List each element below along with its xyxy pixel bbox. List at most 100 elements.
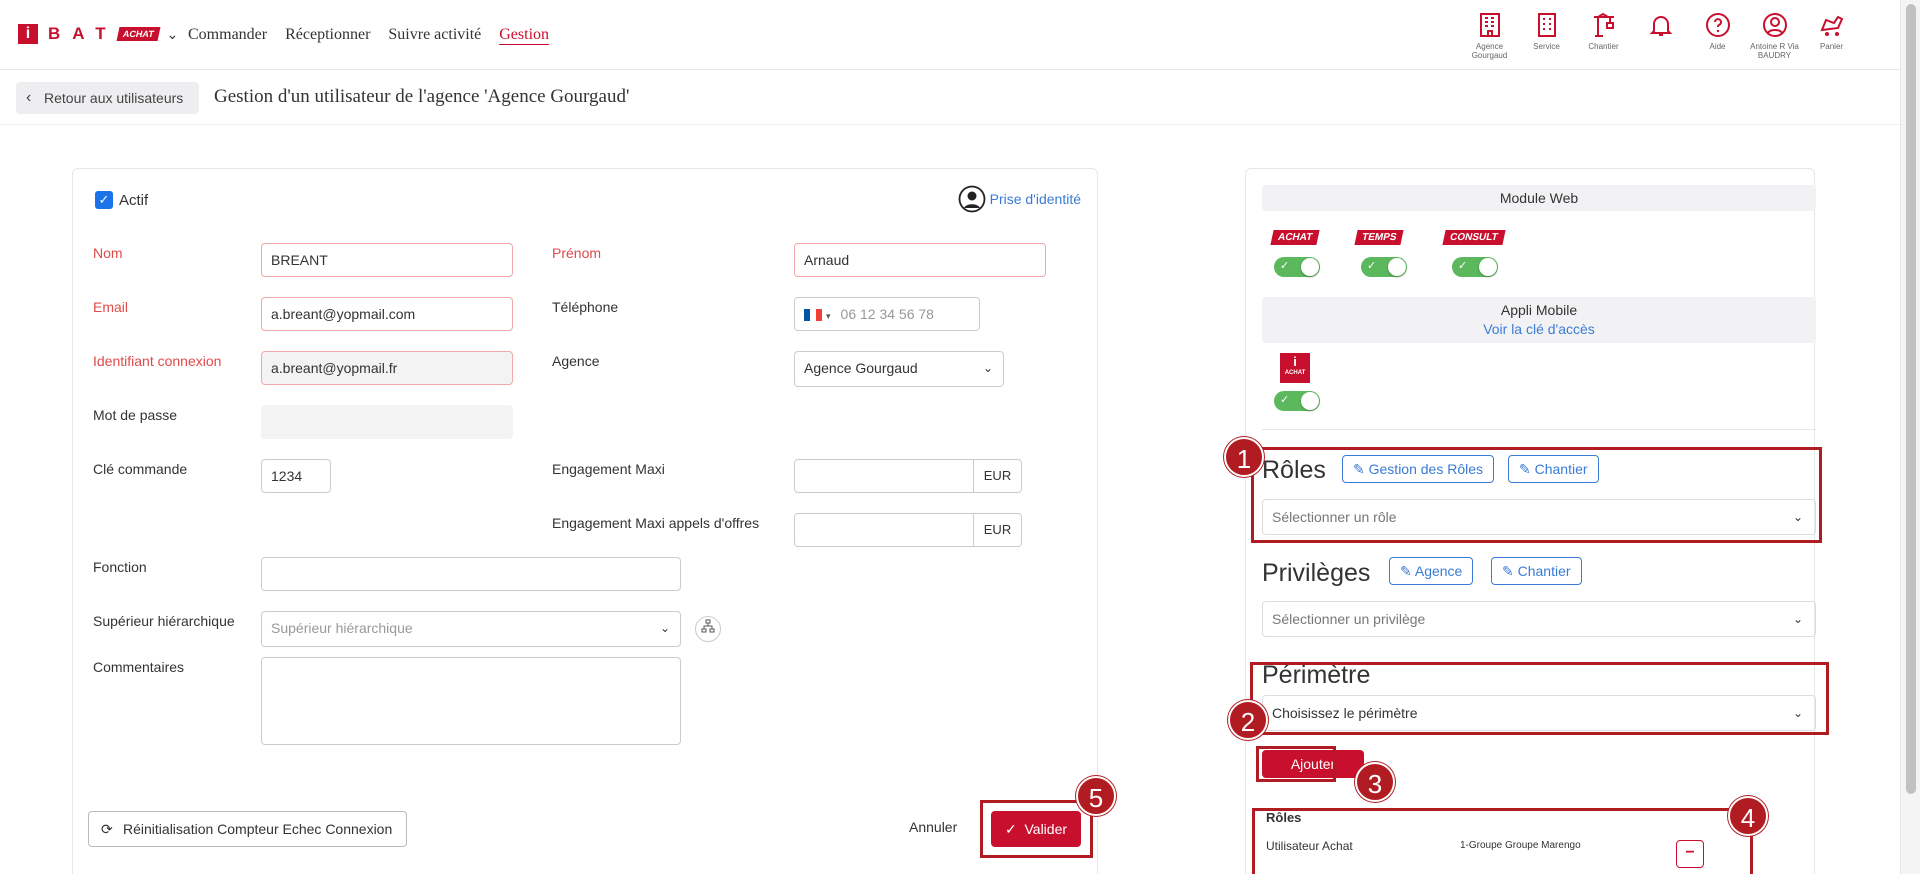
chevron-down-icon: ⌄	[659, 621, 670, 635]
annotation-number-2: 2	[1228, 700, 1268, 740]
mot-de-passe-input[interactable]	[261, 405, 513, 439]
appli-mobile-title: Appli Mobile	[1500, 302, 1578, 318]
logo-i: i	[18, 24, 38, 44]
prenom-label: Prénom	[552, 245, 602, 261]
nav-commander[interactable]: Commander	[188, 26, 267, 45]
prenom-input[interactable]: Arnaud	[794, 243, 1046, 277]
crane-icon	[1593, 12, 1614, 37]
toggle-mobile-achat[interactable]: ✓	[1274, 391, 1320, 411]
toggle-temps[interactable]: ✓	[1361, 257, 1407, 277]
telephone-input[interactable]: ▾ 06 12 34 56 78	[794, 297, 980, 331]
annotation-box-3	[1256, 746, 1336, 782]
back-to-users-button[interactable]: ‹ Retour aux utilisateurs	[16, 82, 200, 114]
top-icon-agence[interactable]: Agence Gourgaud	[1461, 10, 1518, 60]
engagement-ao-input[interactable]	[794, 513, 974, 547]
superieur-placeholder: Supérieur hiérarchique	[271, 620, 413, 636]
annotation-number-4: 4	[1728, 796, 1768, 836]
france-flag-icon[interactable]	[804, 309, 822, 322]
top-icons: Agence Gourgaud Service Chantier Aide An…	[1461, 10, 1860, 60]
telephone-label: Téléphone	[552, 299, 619, 315]
refresh-icon: ⟳	[101, 821, 113, 837]
nav-receptionner[interactable]: Réceptionner	[285, 26, 370, 45]
engagement-currency: EUR	[974, 459, 1022, 493]
bell-icon	[1649, 16, 1672, 36]
superieur-label: Supérieur hiérarchique	[93, 613, 235, 629]
top-icon-label: Chantier	[1588, 42, 1619, 51]
reset-counter-button[interactable]: ⟳ Réinitialisation Compteur Echec Connex…	[88, 811, 408, 847]
org-chart-button[interactable]	[695, 616, 721, 642]
cle-commande-label: Clé commande	[93, 461, 188, 477]
org-chart-icon	[701, 619, 715, 633]
agence-select[interactable]: Agence Gourgaud ⌄	[794, 351, 1004, 387]
toggle-achat[interactable]: ✓	[1274, 257, 1320, 277]
user-circle-icon	[958, 185, 986, 213]
fonction-input[interactable]	[261, 557, 681, 591]
cart-icon	[1819, 15, 1843, 36]
pencil-icon: ✎	[1502, 563, 1514, 579]
agence-label: Agence	[552, 353, 600, 369]
privilege-select-placeholder: Sélectionner un privilège	[1272, 611, 1426, 627]
identifiant-input[interactable]: a.breant@yopmail.fr	[261, 351, 513, 385]
nav-gestion[interactable]: Gestion	[499, 26, 550, 45]
privileges-title: Privilèges	[1262, 559, 1371, 587]
nom-label: Nom	[93, 245, 123, 261]
engagement-ao-label: Engagement Maxi appels d'offres	[552, 515, 760, 531]
top-icon-chantier[interactable]: Chantier	[1575, 10, 1632, 60]
privileges-agence-button[interactable]: ✎ Agence	[1389, 557, 1474, 585]
cle-commande-input[interactable]: 1234	[261, 459, 331, 493]
scrollbar-thumb[interactable]	[1906, 4, 1916, 794]
mobile-app-logo: i ACHAT	[1280, 353, 1310, 383]
annotation-number-5: 5	[1076, 776, 1116, 816]
engagement-input[interactable]	[794, 459, 974, 493]
top-icon-user[interactable]: Antoine R Via BAUDRY	[1746, 10, 1803, 60]
annotation-box-2	[1250, 662, 1829, 735]
prise-identite-link[interactable]: Prise d'identité	[958, 185, 1081, 213]
annotation-number-3: 3	[1355, 762, 1395, 802]
privileges-chantier-button[interactable]: ✎ Chantier	[1491, 557, 1582, 585]
reset-counter-label: Réinitialisation Compteur Echec Connexio…	[123, 821, 393, 837]
mot-de-passe-label: Mot de passe	[93, 407, 178, 423]
top-icon-aide[interactable]: Aide	[1689, 10, 1746, 60]
nav-suivre-activite[interactable]: Suivre activité	[388, 26, 481, 45]
top-icon-notifications[interactable]	[1632, 10, 1689, 60]
pencil-icon: ✎	[1400, 563, 1412, 579]
page-scrollbar[interactable]	[1900, 0, 1920, 874]
top-icon-label: Panier	[1819, 42, 1844, 51]
privileges-agence-label: Agence	[1414, 563, 1463, 579]
section-divider	[1262, 429, 1816, 430]
chevron-down-icon[interactable]: ⌄	[167, 26, 179, 43]
user-icon	[1762, 13, 1787, 37]
main-nav: Commander Réceptionner Suivre activité G…	[188, 26, 550, 45]
annotation-box-4	[1252, 808, 1753, 874]
privileges-chantier-label: Chantier	[1517, 563, 1571, 579]
annotation-box-5	[980, 800, 1093, 858]
privilege-select[interactable]: Sélectionner un privilège ⌄	[1262, 601, 1816, 637]
actif-label: Actif	[119, 192, 149, 209]
email-input[interactable]: a.breant@yopmail.com	[261, 297, 513, 331]
app-logo[interactable]: i BAT ACHAT ⌄	[18, 24, 178, 44]
top-icon-label: Aide	[1709, 42, 1726, 51]
user-form-card: ✓ Actif Prise d'identité Nom BREANT Prén…	[72, 168, 1098, 874]
mobile-app-i: i	[1293, 354, 1297, 369]
top-icon-panier[interactable]: Panier	[1803, 10, 1860, 60]
commentaires-textarea[interactable]	[261, 657, 681, 745]
fonction-label: Fonction	[93, 559, 147, 575]
toggle-consult[interactable]: ✓	[1452, 257, 1498, 277]
top-icon-label: Antoine R Via BAUDRY	[1750, 42, 1799, 60]
chevron-left-icon: ‹	[26, 89, 32, 106]
engagement-label: Engagement Maxi	[552, 461, 665, 477]
top-icon-label: Service	[1533, 42, 1560, 51]
annotation-number-1: 1	[1224, 437, 1264, 477]
actif-checkbox[interactable]: ✓	[95, 191, 113, 209]
cancel-button[interactable]: Annuler	[909, 819, 957, 835]
top-icon-service[interactable]: Service	[1518, 10, 1575, 60]
chevron-down-icon: ⌄	[1792, 612, 1803, 626]
identifiant-label: Identifiant connexion	[93, 353, 222, 369]
superieur-select[interactable]: Supérieur hiérarchique ⌄	[261, 611, 681, 647]
page-title: Gestion d'un utilisateur de l'agence 'Ag…	[214, 86, 630, 107]
agence-select-value: Agence Gourgaud	[804, 360, 918, 376]
nom-input[interactable]: BREANT	[261, 243, 513, 277]
caret-down-icon[interactable]: ▾	[826, 311, 831, 321]
email-label: Email	[93, 299, 129, 315]
voir-cle-link[interactable]: Voir la clé d'accès	[1262, 320, 1816, 339]
